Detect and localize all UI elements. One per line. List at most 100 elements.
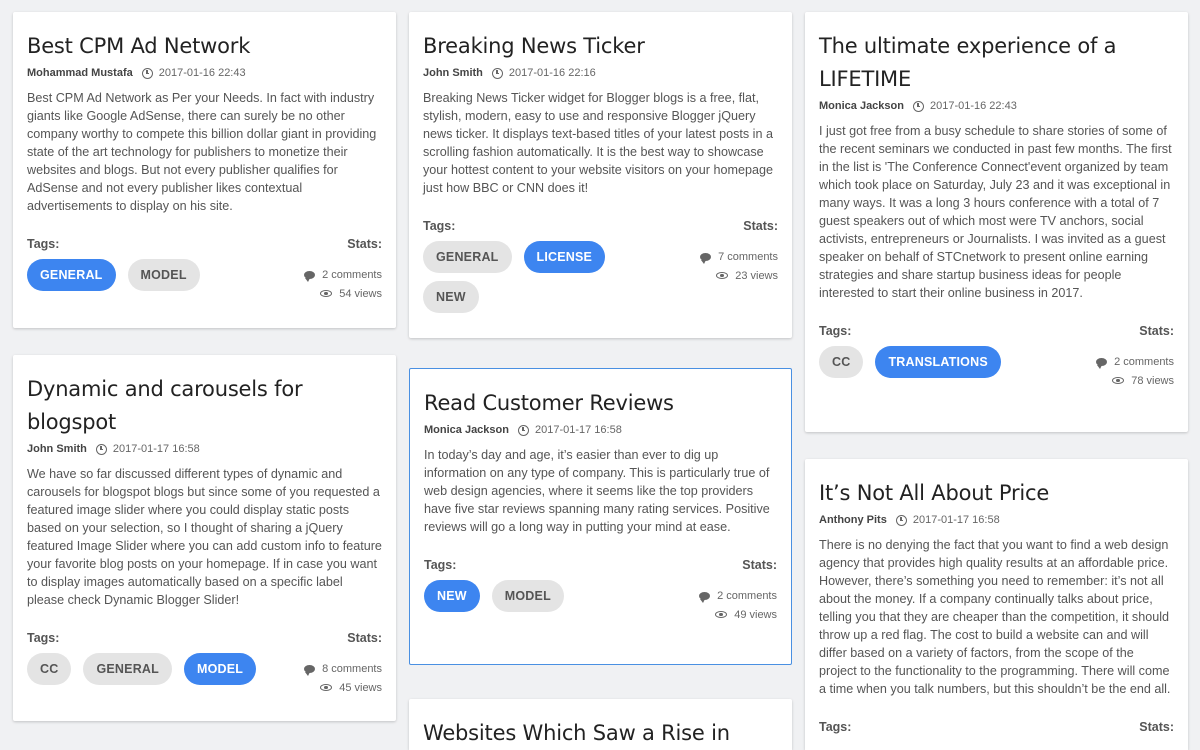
post-author[interactable]: Monica Jackson — [424, 424, 509, 436]
post-card[interactable]: Websites Which Saw a Rise in — [409, 699, 792, 750]
comment-count[interactable]: 2 comments — [717, 590, 777, 602]
eye-icon — [320, 684, 333, 691]
tag-chip[interactable]: CC — [27, 653, 72, 685]
post-card[interactable]: It’s Not All About Price Anthony Pits 20… — [805, 459, 1188, 750]
post-footer: GENERAL LICENSE NEW 7 comments 23 views — [423, 241, 778, 313]
post-labels: Tags: Stats: — [423, 219, 778, 233]
comment-count[interactable]: 8 comments — [322, 663, 382, 675]
post-meta: Mohammad Mustafa 2017-01-16 22:43 — [27, 67, 382, 79]
view-count: 45 views — [339, 681, 382, 694]
tag-chip[interactable]: NEW — [423, 281, 479, 313]
post-footer: CC TRANSLATIONS 2 comments 78 views — [819, 346, 1174, 390]
view-count: 49 views — [734, 608, 777, 621]
post-stats: 2 comments 54 views — [304, 265, 382, 303]
clock-icon — [141, 67, 153, 79]
tag-chip[interactable]: GENERAL — [27, 259, 116, 291]
tags-label: Tags: — [423, 219, 456, 233]
eye-icon — [715, 611, 728, 618]
comment-count[interactable]: 2 comments — [322, 269, 382, 281]
post-card[interactable]: Read Customer Reviews Monica Jackson 201… — [409, 368, 792, 665]
view-count: 23 views — [735, 269, 778, 282]
post-stats: 8 comments 45 views — [304, 659, 382, 697]
clock-icon — [517, 424, 529, 436]
post-labels: Tags: Stats: — [819, 324, 1174, 338]
post-title[interactable]: Breaking News Ticker — [423, 30, 778, 63]
stats-label: Stats: — [1139, 720, 1174, 734]
stats-label: Stats: — [742, 558, 777, 572]
tags-label: Tags: — [424, 558, 457, 572]
comment-icon — [700, 252, 712, 264]
post-excerpt: Best CPM Ad Network as Per your Needs. I… — [27, 91, 377, 213]
post-labels: Tags: Stats: — [27, 237, 382, 251]
post-excerpt: I just got free from a busy schedule to … — [819, 124, 1172, 300]
post-footer: NEW MODEL 2 comments 49 views — [424, 580, 777, 624]
post-excerpt: We have so far discussed different types… — [27, 467, 382, 607]
tag-list: CC TRANSLATIONS — [819, 346, 1001, 390]
post-meta: John Smith 2017-01-17 16:58 — [27, 443, 382, 455]
post-excerpt: There is no denying the fact that you wa… — [819, 538, 1171, 696]
comment-icon — [699, 591, 711, 603]
tag-chip[interactable]: MODEL — [491, 580, 564, 612]
post-title[interactable]: It’s Not All About Price — [819, 477, 1174, 510]
tag-list: GENERAL LICENSE NEW — [423, 241, 623, 313]
tag-list: NEW MODEL — [424, 580, 564, 624]
post-labels: Tags: Stats: — [27, 631, 382, 645]
tag-chip[interactable]: CC — [819, 346, 864, 378]
post-title[interactable]: Read Customer Reviews — [424, 387, 777, 420]
post-author[interactable]: John Smith — [27, 443, 87, 455]
tag-chip[interactable]: LICENSE — [523, 241, 606, 273]
stats-label: Stats: — [347, 631, 382, 645]
tag-chip[interactable]: GENERAL — [423, 241, 512, 273]
tags-label: Tags: — [819, 720, 852, 734]
clock-icon — [95, 443, 107, 455]
post-author[interactable]: Mohammad Mustafa — [27, 67, 133, 79]
post-card[interactable]: The ultimate experience of a LIFETIME Mo… — [805, 12, 1188, 432]
post-date: 2017-01-16 22:16 — [508, 67, 596, 79]
post-date: 2017-01-16 22:43 — [158, 67, 246, 79]
comment-icon — [304, 664, 316, 676]
view-count: 78 views — [1131, 374, 1174, 387]
post-date: 2017-01-17 16:58 — [912, 514, 1000, 526]
post-labels: Tags: Stats: — [819, 720, 1174, 734]
post-footer: GENERAL MODEL 2 comments 54 views — [27, 259, 382, 303]
post-title[interactable]: Dynamic and carousels for blogspot — [27, 373, 327, 439]
tag-chip[interactable]: TRANSLATIONS — [875, 346, 1001, 378]
comment-icon — [1096, 357, 1108, 369]
clock-icon — [895, 514, 907, 526]
comment-count[interactable]: 7 comments — [718, 251, 778, 263]
post-meta: Monica Jackson 2017-01-16 22:43 — [819, 100, 1174, 112]
tag-chip[interactable]: NEW — [424, 580, 480, 612]
post-date: 2017-01-17 16:58 — [112, 443, 200, 455]
clock-icon — [491, 67, 503, 79]
post-stats: 7 comments 23 views — [700, 247, 778, 313]
tags-label: Tags: — [27, 237, 60, 251]
stats-label: Stats: — [347, 237, 382, 251]
tag-chip[interactable]: MODEL — [127, 259, 200, 291]
tag-chip[interactable]: MODEL — [183, 653, 257, 685]
tag-list: CC GENERAL MODEL — [27, 653, 257, 697]
eye-icon — [716, 272, 729, 279]
post-author[interactable]: John Smith — [423, 67, 483, 79]
comment-count[interactable]: 2 comments — [1114, 356, 1174, 368]
stats-label: Stats: — [1139, 324, 1174, 338]
post-author[interactable]: Anthony Pits — [819, 514, 887, 526]
tag-list: GENERAL MODEL — [27, 259, 200, 303]
post-card[interactable]: Breaking News Ticker John Smith 2017-01-… — [409, 12, 792, 338]
post-meta: John Smith 2017-01-16 22:16 — [423, 67, 778, 79]
eye-icon — [1112, 377, 1125, 384]
post-footer: CC GENERAL MODEL 8 comments 45 views — [27, 653, 382, 697]
post-excerpt: Breaking News Ticker widget for Blogger … — [423, 91, 774, 195]
view-count: 54 views — [339, 287, 382, 300]
post-date: 2017-01-16 22:43 — [929, 100, 1017, 112]
post-author[interactable]: Monica Jackson — [819, 100, 904, 112]
clock-icon — [912, 100, 924, 112]
post-stats: 2 comments 49 views — [699, 586, 777, 624]
post-card[interactable]: Dynamic and carousels for blogspot John … — [13, 355, 396, 721]
post-title[interactable]: The ultimate experience of a LIFETIME — [819, 30, 1119, 96]
post-title[interactable]: Best CPM Ad Network — [27, 30, 382, 63]
post-labels: Tags: Stats: — [424, 558, 777, 572]
tag-chip[interactable]: GENERAL — [83, 653, 172, 685]
post-title[interactable]: Websites Which Saw a Rise in — [423, 717, 778, 750]
post-card[interactable]: Best CPM Ad Network Mohammad Mustafa 201… — [13, 12, 396, 328]
post-stats: 2 comments 78 views — [1096, 352, 1174, 390]
